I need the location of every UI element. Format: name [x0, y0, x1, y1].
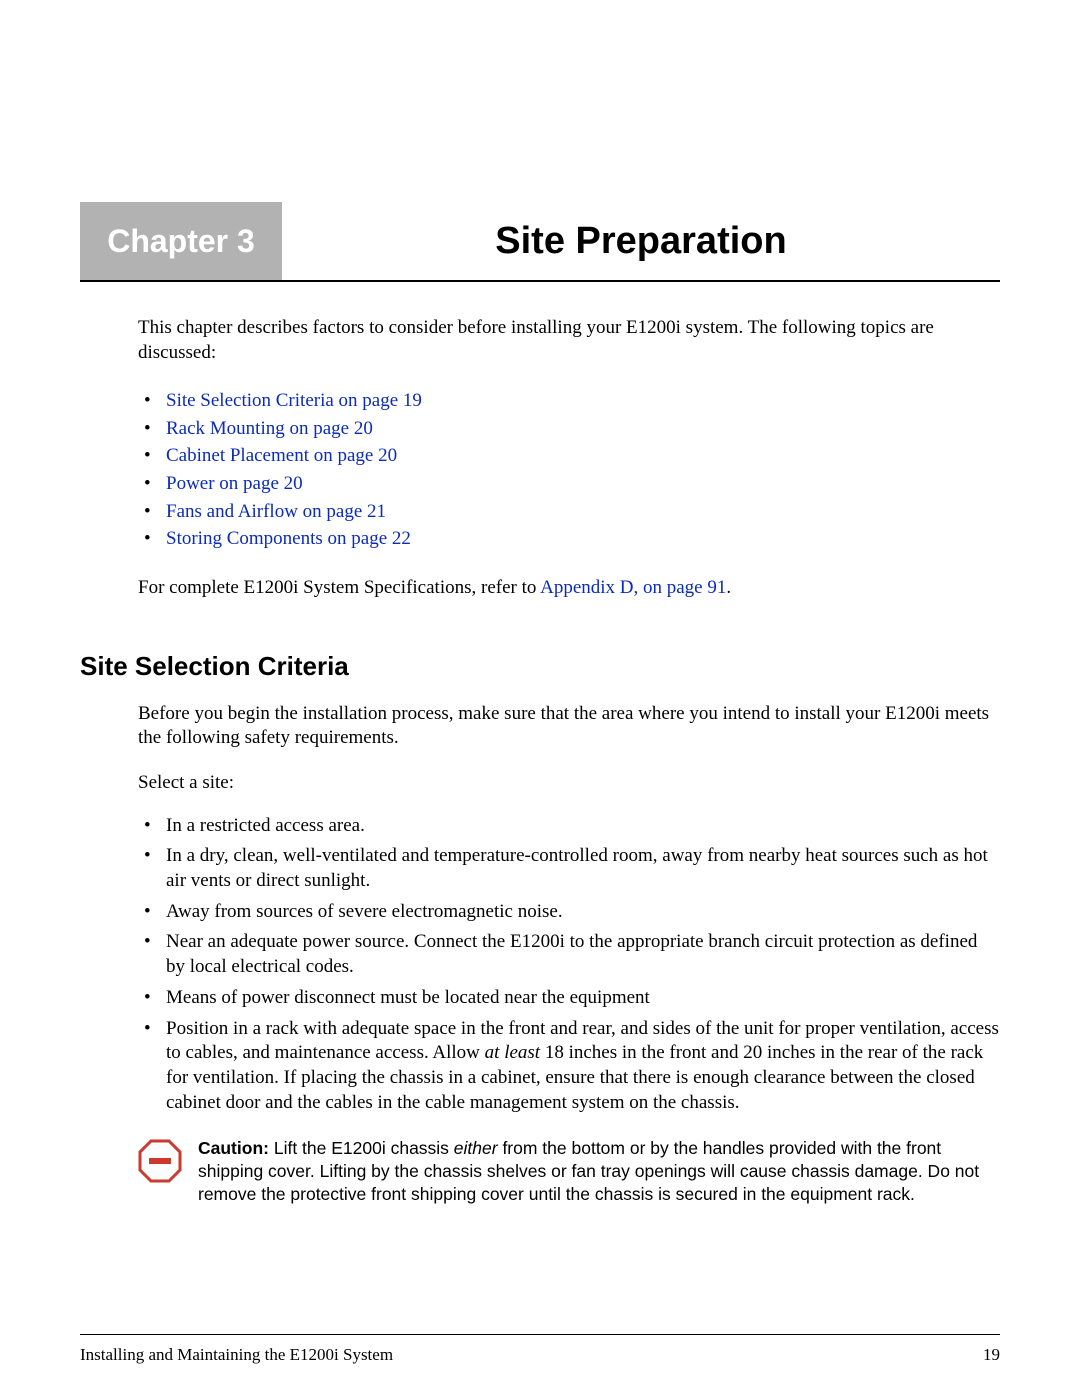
spec-reference: For complete E1200i System Specification…	[138, 577, 1000, 599]
caution-italic: either	[454, 1138, 498, 1158]
spec-ref-suffix: .	[726, 577, 731, 598]
toc-link[interactable]: Storing Components on page 22	[166, 528, 411, 549]
site-requirements-list: In a restricted access area. In a dry, c…	[138, 814, 1000, 1116]
toc-link[interactable]: Power on page 20	[166, 473, 303, 494]
spec-ref-prefix: For complete E1200i System Specification…	[138, 577, 540, 598]
toc-item: Power on page 20	[138, 470, 1000, 498]
caution-text: Caution: Lift the E1200i chassis either …	[198, 1137, 1000, 1205]
page-number: 19	[983, 1345, 1000, 1365]
toc-item: Rack Mounting on page 20	[138, 415, 1000, 443]
appendix-link[interactable]: Appendix D, on page 91	[540, 577, 726, 598]
toc-item: Site Selection Criteria on page 19	[138, 387, 1000, 415]
caution-icon	[138, 1139, 182, 1183]
caution-label: Caution:	[198, 1138, 269, 1158]
footer-doc-title: Installing and Maintaining the E1200i Sy…	[80, 1345, 393, 1365]
toc-link[interactable]: Fans and Airflow on page 21	[166, 501, 386, 522]
chapter-number-badge: Chapter 3	[80, 202, 282, 280]
footer-rule	[80, 1334, 1000, 1335]
section-para-2: Select a site:	[138, 771, 1000, 796]
toc-item: Fans and Airflow on page 21	[138, 498, 1000, 526]
intro-paragraph: This chapter describes factors to consid…	[138, 316, 1000, 365]
section-heading: Site Selection Criteria	[80, 651, 1000, 682]
toc-link[interactable]: Rack Mounting on page 20	[166, 418, 373, 439]
toc-item: Cabinet Placement on page 20	[138, 442, 1000, 470]
list-item: Near an adequate power source. Connect t…	[138, 930, 1000, 979]
chapter-header: Chapter 3 Site Preparation	[80, 202, 1000, 282]
list-item: Position in a rack with adequate space i…	[138, 1017, 1000, 1116]
caution-text-pre: Lift the E1200i chassis	[269, 1138, 454, 1158]
toc-link[interactable]: Site Selection Criteria on page 19	[166, 390, 422, 411]
list-item: In a dry, clean, well-ventilated and tem…	[138, 844, 1000, 893]
toc-link[interactable]: Cabinet Placement on page 20	[166, 445, 397, 466]
list-item-italic: at least	[485, 1042, 540, 1063]
toc-item: Storing Components on page 22	[138, 525, 1000, 553]
list-item: In a restricted access area.	[138, 814, 1000, 839]
page-footer: Installing and Maintaining the E1200i Sy…	[80, 1345, 1000, 1365]
chapter-title: Site Preparation	[282, 202, 1000, 280]
list-item: Means of power disconnect must be locate…	[138, 986, 1000, 1011]
toc-list: Site Selection Criteria on page 19 Rack …	[138, 387, 1000, 552]
caution-callout: Caution: Lift the E1200i chassis either …	[138, 1137, 1000, 1205]
section-para-1: Before you begin the installation proces…	[138, 702, 1000, 751]
list-item: Away from sources of severe electromagne…	[138, 900, 1000, 925]
